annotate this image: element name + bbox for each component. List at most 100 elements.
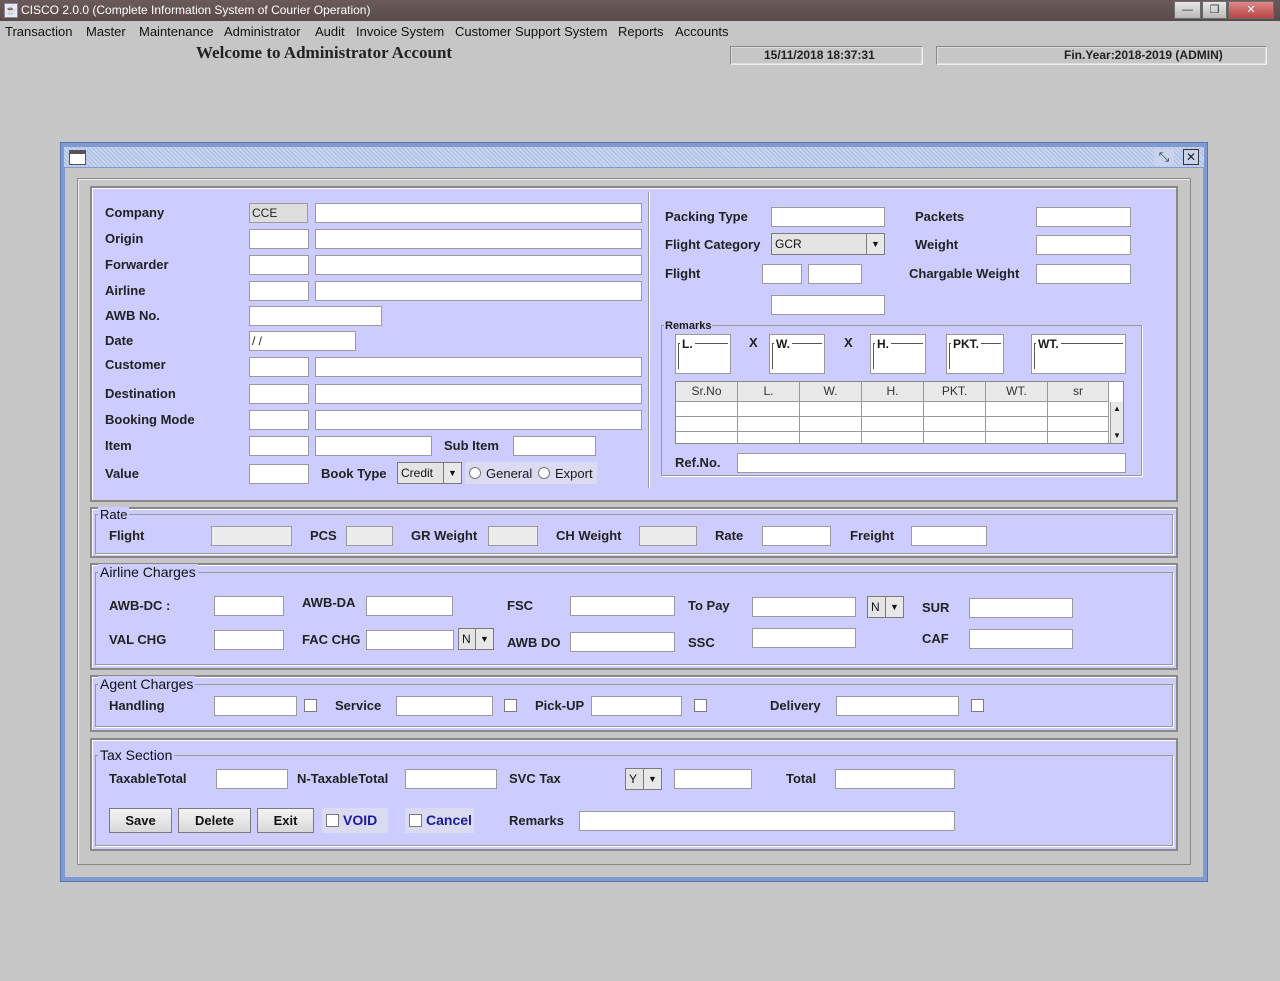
customer-code-field[interactable]	[249, 357, 309, 377]
menu-customer-support[interactable]: Customer Support System	[455, 24, 607, 39]
handling-checkbox[interactable]	[304, 699, 317, 712]
menu-maintenance[interactable]: Maintenance	[139, 24, 213, 39]
rate-field[interactable]	[762, 526, 831, 546]
maximize-icon[interactable]: ❐	[1202, 1, 1227, 19]
delivery-checkbox[interactable]	[971, 699, 984, 712]
svc-tax-field[interactable]	[674, 769, 752, 789]
close-icon[interactable]: ✕	[1228, 1, 1274, 19]
table-header[interactable]: WT.	[986, 382, 1048, 402]
menu-transaction[interactable]: Transaction	[5, 24, 72, 39]
table-header[interactable]: L.	[738, 382, 800, 402]
company-code-field[interactable]: CCE	[249, 203, 308, 223]
origin-name-field[interactable]	[315, 229, 642, 249]
wt-box[interactable]: WT.	[1031, 334, 1126, 374]
ch-weight-field[interactable]	[639, 526, 697, 546]
restore-icon[interactable]: ⤡	[1154, 149, 1174, 166]
chargable-weight-field[interactable]	[1036, 264, 1131, 284]
menu-reports[interactable]: Reports	[618, 24, 664, 39]
menu-invoice-system[interactable]: Invoice System	[356, 24, 444, 39]
height-box[interactable]: H.	[870, 334, 926, 374]
handling-field[interactable]	[214, 696, 297, 716]
packing-type-field[interactable]	[771, 207, 885, 227]
table-header[interactable]: H.	[862, 382, 924, 402]
customer-name-field[interactable]	[315, 357, 642, 377]
table-header[interactable]: W.	[800, 382, 862, 402]
date-field[interactable]: / /	[249, 331, 356, 351]
table-header[interactable]: Sr.No	[676, 382, 738, 402]
destination-code-field[interactable]	[249, 384, 309, 404]
internal-frame-titlebar[interactable]	[64, 147, 1204, 167]
awb-field[interactable]	[249, 306, 382, 326]
flight-number-field[interactable]	[808, 264, 862, 284]
service-field[interactable]	[396, 696, 493, 716]
booking-mode-name-field[interactable]	[315, 410, 642, 430]
total-field[interactable]	[835, 769, 955, 789]
fac-chg-field[interactable]	[366, 630, 454, 650]
destination-name-field[interactable]	[315, 384, 642, 404]
to-pay-field[interactable]	[752, 597, 856, 617]
svc-tax-combo[interactable]: Y ▼	[625, 768, 662, 790]
awb-do-field[interactable]	[570, 632, 675, 652]
scroll-up-icon[interactable]: ▲	[1111, 402, 1123, 416]
ntaxable-total-field[interactable]	[405, 769, 497, 789]
menu-administrator[interactable]: Administrator	[224, 24, 301, 39]
export-radio[interactable]	[538, 467, 550, 479]
item-code-field[interactable]	[249, 436, 309, 456]
caf-field[interactable]	[969, 629, 1073, 649]
frame-menu-icon[interactable]	[69, 150, 86, 165]
width-box[interactable]: W.	[769, 334, 825, 374]
sub-item-field[interactable]	[513, 436, 596, 456]
awb-da-field[interactable]	[366, 596, 453, 616]
general-radio[interactable]	[469, 467, 481, 479]
fsc-field[interactable]	[570, 596, 675, 616]
refno-field[interactable]	[737, 453, 1126, 473]
frame-close-icon[interactable]: ✕	[1183, 149, 1199, 165]
minimize-icon[interactable]: —	[1174, 1, 1201, 19]
void-checkbox[interactable]	[326, 814, 339, 827]
packets-field[interactable]	[1036, 207, 1131, 227]
flight-code-field[interactable]	[762, 264, 802, 284]
dimensions-table[interactable]: Sr.No L. W. H. PKT. WT. sr ▲ ▼	[675, 381, 1124, 444]
val-chg-field[interactable]	[214, 630, 284, 650]
taxable-total-field[interactable]	[216, 769, 288, 789]
forwarder-name-field[interactable]	[315, 255, 642, 275]
pkt-box[interactable]: PKT.	[946, 334, 1004, 374]
booking-mode-code-field[interactable]	[249, 410, 309, 430]
cancel-checkbox[interactable]	[409, 814, 422, 827]
value-field[interactable]	[249, 464, 309, 484]
forwarder-code-field[interactable]	[249, 255, 309, 275]
flight-extra-field[interactable]	[771, 295, 885, 315]
pickup-field[interactable]	[591, 696, 682, 716]
sur-field[interactable]	[969, 598, 1073, 618]
tax-remarks-field[interactable]	[579, 811, 955, 831]
item-name-field[interactable]	[315, 436, 432, 456]
save-button[interactable]: Save	[109, 808, 172, 833]
service-checkbox[interactable]	[504, 699, 517, 712]
rate-flight-field[interactable]	[211, 526, 292, 546]
exit-button[interactable]: Exit	[257, 808, 314, 833]
flight-category-combo[interactable]: GCR ▼	[771, 233, 885, 255]
menu-accounts[interactable]: Accounts	[675, 24, 728, 39]
ssc-field[interactable]	[752, 628, 856, 648]
company-name-field[interactable]	[315, 203, 642, 223]
scroll-down-icon[interactable]: ▼	[1111, 429, 1123, 443]
length-box[interactable]: L.	[675, 334, 731, 374]
fac-chg-combo[interactable]: N ▼	[458, 628, 494, 650]
to-pay-combo[interactable]: N ▼	[867, 596, 904, 618]
freight-field[interactable]	[911, 526, 987, 546]
table-header[interactable]: sr	[1048, 382, 1109, 402]
delete-button[interactable]: Delete	[178, 808, 251, 833]
origin-code-field[interactable]	[249, 229, 309, 249]
book-type-combo[interactable]: Credit ▼	[397, 462, 462, 484]
awb-dc-field[interactable]	[214, 596, 284, 616]
menu-audit[interactable]: Audit	[315, 24, 345, 39]
table-scrollbar[interactable]: ▲ ▼	[1110, 402, 1123, 443]
table-header[interactable]: PKT.	[924, 382, 986, 402]
weight-field[interactable]	[1036, 235, 1131, 255]
pcs-field[interactable]	[346, 526, 393, 546]
pickup-checkbox[interactable]	[694, 699, 707, 712]
delivery-field[interactable]	[836, 696, 959, 716]
airline-code-field[interactable]	[249, 281, 309, 301]
airline-name-field[interactable]	[315, 281, 642, 301]
menu-master[interactable]: Master	[86, 24, 126, 39]
